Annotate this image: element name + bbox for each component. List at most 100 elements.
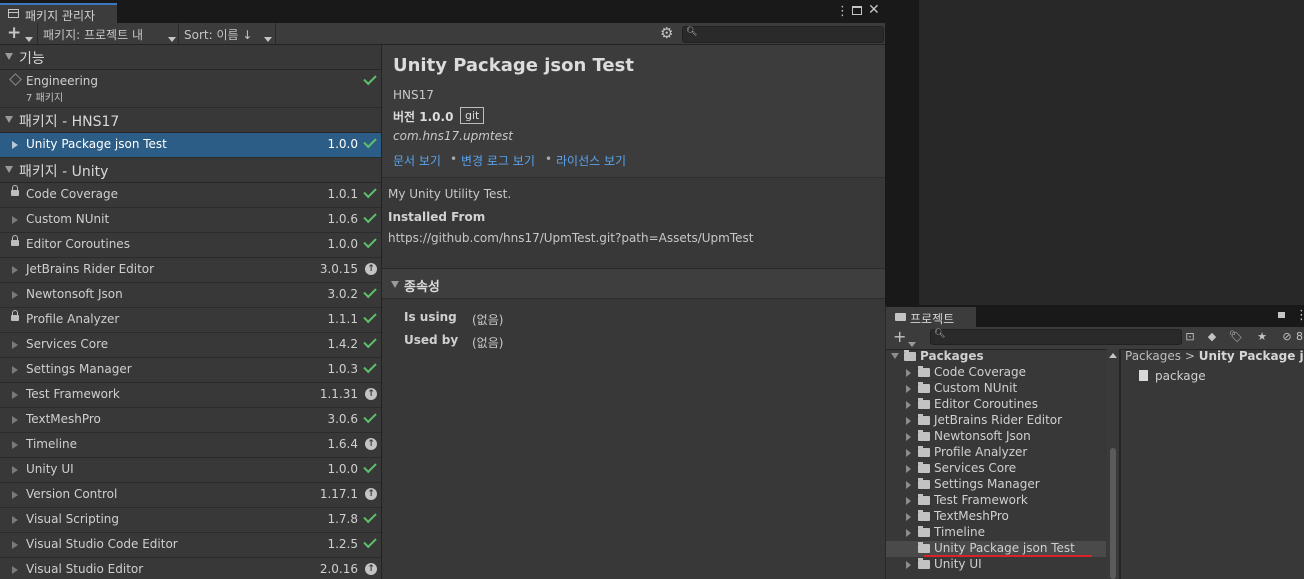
lock-icon[interactable] [1278,312,1285,318]
tab-project[interactable]: 프로젝트 [886,307,976,327]
list-item-selected[interactable]: Unity Package json Test 1.0.0 [0,133,381,158]
tree-item[interactable]: Custom NUnit [886,381,1106,397]
folder-open-icon [904,350,916,361]
docs-link[interactable]: 문서 보기 [393,152,441,169]
list-item[interactable]: Unity UI 1.0.0 [0,458,381,483]
list-item[interactable]: Profile Analyzer 1.1.1 [0,308,381,333]
tree-item-packages[interactable]: Packages [886,349,1106,365]
chevron-right-icon[interactable] [906,369,911,377]
installed-check-icon [363,284,377,299]
tree-item[interactable]: Profile Analyzer [886,445,1106,461]
breadcrumb-root[interactable]: Packages [1125,349,1181,363]
update-available-icon: ↑ [365,563,377,575]
empty-panel [919,0,1304,305]
tree-item[interactable]: Unity UI [886,557,1106,573]
scrollbar-thumb[interactable] [1110,448,1116,579]
list-item-engineering[interactable]: Engineering 7 패키지 [0,70,381,108]
tree-item[interactable]: Test Framework [886,493,1106,509]
folder-icon [918,558,930,569]
installed-check-icon [363,459,377,474]
tree-item[interactable]: Timeline [886,525,1106,541]
tree-label: Code Coverage [934,365,1027,379]
chevron-right-icon [12,341,18,349]
packages-filter-dropdown[interactable]: 패키지: 프로젝트 내 [43,26,143,43]
chevron-down-icon[interactable] [908,336,916,350]
tree-item[interactable]: JetBrains Rider Editor [886,413,1106,429]
tree-item[interactable]: TextMeshPro [886,509,1106,525]
group-hns17[interactable]: 패키지 - HNS17 [0,108,381,133]
chevron-down-icon[interactable] [264,31,272,45]
chevron-right-icon[interactable] [906,385,911,393]
breadcrumb-current[interactable]: Unity Package json Test [1199,349,1304,363]
list-item[interactable]: Custom NUnit 1.0.6 [0,208,381,233]
dependencies-header[interactable]: 종속성 [382,269,885,299]
tree-item[interactable]: Editor Coroutines [886,397,1106,413]
search-input[interactable]: 🔍︎ [682,26,884,43]
package-author: HNS17 [393,88,434,102]
license-link[interactable]: 라이선스 보기 [556,152,626,169]
list-item[interactable]: Timeline 1.6.4 ↑ [0,433,381,458]
pane-divider[interactable] [1119,349,1121,579]
list-item[interactable]: Visual Studio Code Editor 1.2.5 [0,533,381,558]
project-tab-title: 프로젝트 [910,312,955,326]
filter-by-type-icon[interactable]: ◆ [1204,330,1220,344]
tab-package-manager[interactable]: 패키지 관리자 [0,3,117,23]
chevron-right-icon[interactable] [906,529,911,537]
gear-icon[interactable]: ⚙ [660,24,673,42]
installed-check-icon [363,334,377,349]
more-options-icon[interactable]: ⋮ [1295,308,1304,323]
package-name: Test Framework [26,387,120,401]
chevron-right-icon[interactable] [906,417,911,425]
more-options-icon[interactable]: ⋮ [836,4,849,19]
list-item[interactable]: JetBrains Rider Editor 3.0.15 ↑ [0,258,381,283]
chevron-right-icon[interactable] [906,401,911,409]
list-item[interactable]: Services Core 1.4.2 [0,333,381,358]
group-unity[interactable]: 패키지 - Unity [0,158,381,183]
chevron-right-icon[interactable] [906,497,911,505]
add-dropdown-icon[interactable] [25,31,33,45]
scroll-up-icon[interactable] [1109,353,1117,358]
list-item[interactable]: Visual Studio Editor 2.0.16 ↑ [0,558,381,579]
package-id: com.hns17.upmtest [393,129,513,143]
create-button[interactable]: + [893,327,906,346]
package-version: 2.0.16 [319,562,358,576]
chevron-right-icon[interactable] [906,513,911,521]
filter-by-label-icon[interactable]: 🏷︎ [1228,330,1244,344]
chevron-right-icon[interactable] [906,465,911,473]
chevron-right-icon [12,141,18,149]
chevron-right-icon[interactable] [906,449,911,457]
source-badge: git [460,107,485,124]
sort-dropdown[interactable]: Sort: 이름 ↓ [184,26,252,43]
chevron-right-icon[interactable] [906,561,911,569]
hidden-packages-icon[interactable]: ⊘ [1280,330,1294,344]
add-package-button[interactable]: + [7,23,21,43]
list-item[interactable]: Visual Scripting 1.7.8 [0,508,381,533]
search-by-type-icon[interactable]: ⊡ [1182,330,1198,344]
tree-label: TextMeshPro [934,509,1009,523]
tree-item[interactable]: Settings Manager [886,477,1106,493]
maximize-icon[interactable] [852,6,862,15]
chevron-right-icon[interactable] [906,433,911,441]
chevron-down-icon[interactable] [168,31,176,45]
list-item[interactable]: Editor Coroutines 1.0.0 [0,233,381,258]
project-search-input[interactable]: 🔍︎ [930,329,1182,345]
changelog-link[interactable]: 변경 로그 보기 [461,152,535,169]
group-features[interactable]: 기능 [0,45,381,70]
list-item[interactable]: Settings Manager 1.0.3 [0,358,381,383]
list-item[interactable]: Version Control 1.17.1 ↑ [0,483,381,508]
list-item[interactable]: Newtonsoft Json 3.0.2 [0,283,381,308]
close-icon[interactable]: ✕ [868,3,880,18]
package-name: Services Core [26,337,109,351]
project-tab-bar: 프로젝트 ⋮ [886,305,1304,327]
chevron-right-icon [12,391,18,399]
favorite-star-icon[interactable]: ★ [1254,330,1270,344]
folder-icon [918,462,930,473]
tree-item[interactable]: Code Coverage [886,365,1106,381]
tree-item[interactable]: Newtonsoft Json [886,429,1106,445]
chevron-right-icon[interactable] [906,481,911,489]
tree-item[interactable]: Services Core [886,461,1106,477]
list-item[interactable]: TextMeshPro 3.0.6 [0,408,381,433]
installed-check-icon [363,234,377,249]
list-item[interactable]: Code Coverage 1.0.1 [0,183,381,208]
list-item[interactable]: Test Framework 1.1.31 ↑ [0,383,381,408]
